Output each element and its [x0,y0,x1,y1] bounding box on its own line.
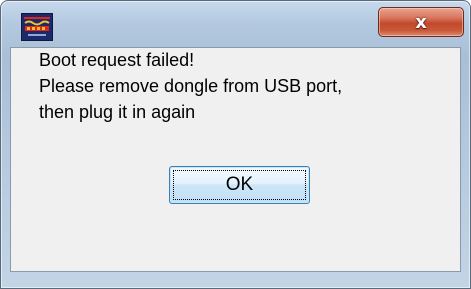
close-icon: x [415,11,427,33]
ok-button[interactable]: OK [169,166,310,204]
window-bottom-border [1,272,470,288]
message-line-1: Boot request failed! [39,50,195,70]
ok-button-label: OK [225,174,254,195]
message-line-3: then plug it in again [39,102,196,122]
title-bar[interactable]: x [1,1,470,45]
app-logo-icon [21,13,53,41]
message-line-2: Please remove dongle from USB port, [39,76,343,96]
close-button[interactable]: x [378,7,464,37]
dialog-window: x Boot request failed! Please remove don… [0,0,471,289]
error-message: Boot request failed! Please remove dongl… [39,47,459,125]
